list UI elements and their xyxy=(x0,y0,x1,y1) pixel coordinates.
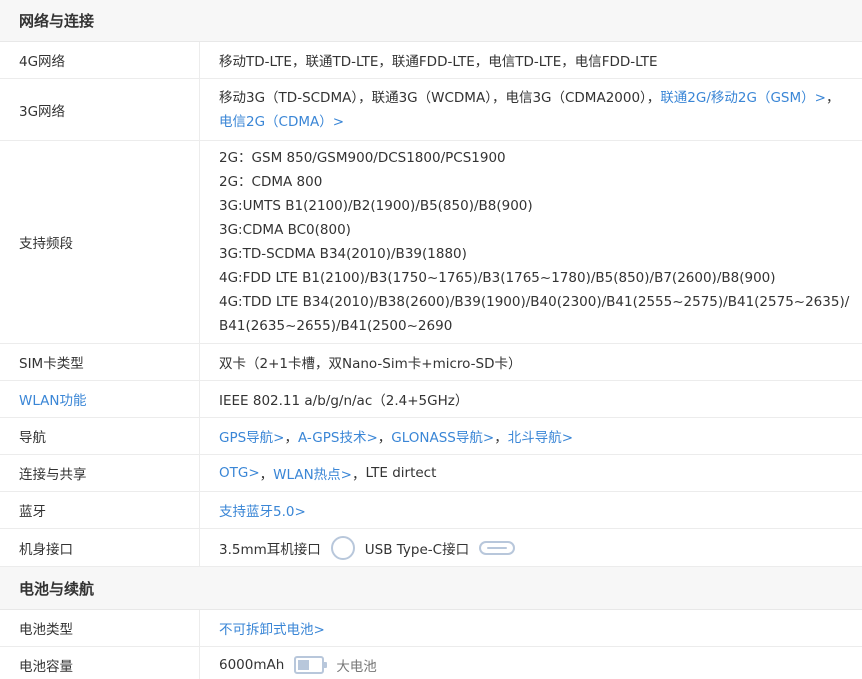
spec-label: 导航 xyxy=(0,418,200,454)
spec-value: IEEE 802.11 a/b/g/n/ac（2.4+5GHz） xyxy=(219,393,469,409)
spec-label: 连接与共享 xyxy=(0,455,200,491)
spec-row-sim: SIM卡类型 双卡（2+1卡槽，双Nano-Sim卡+micro-SD卡） xyxy=(0,344,862,381)
spec-label: 4G网络 xyxy=(0,42,200,78)
spec-label: 蓝牙 xyxy=(0,492,200,528)
link-bluetooth[interactable]: 支持蓝牙5.0> xyxy=(219,500,306,520)
battery-level-fill xyxy=(298,660,310,670)
spec-label: 电池类型 xyxy=(0,610,200,646)
link-wlan-hotspot[interactable]: WLAN热点> xyxy=(273,463,352,483)
band-line: 2G：CDMA 800 xyxy=(219,174,323,190)
spec-value: 3.5mm耳机接口 USB Type-C接口 xyxy=(200,529,862,566)
spec-row-wlan: WLAN功能 IEEE 802.11 a/b/g/n/ac（2.4+5GHz） xyxy=(0,381,862,418)
wlan-label-link[interactable]: WLAN功能 xyxy=(0,381,200,417)
band-line: 3G:UMTS B1(2100)/B2(1900)/B5(850)/B8(900… xyxy=(219,198,533,214)
band-line: 3G:TD-SCDMA B34(2010)/B39(1880) xyxy=(219,246,467,262)
link-otg[interactable]: OTG> xyxy=(219,465,260,481)
separator: ， xyxy=(351,467,366,483)
spec-row-4g: 4G网络 移动TD-LTE，联通TD-LTE，联通FDD-LTE，电信TD-LT… xyxy=(0,42,862,79)
spec-value: 6000mAh 大电池 xyxy=(200,647,862,679)
separator: ， xyxy=(377,430,392,446)
spec-row-bands: 支持频段 2G：GSM 850/GSM900/DCS1800/PCS1900 2… xyxy=(0,141,862,344)
spec-row-connectivity: 连接与共享 OTG>， WLAN热点>， LTE dirtect xyxy=(0,455,862,492)
band-line: 4G:TDD LTE B34(2010)/B38(2600)/B39(1900)… xyxy=(219,294,850,334)
separator: ， xyxy=(494,430,508,446)
link-gps[interactable]: GPS导航> xyxy=(219,426,284,446)
link-battery-type[interactable]: 不可拆卸式电池> xyxy=(219,618,325,638)
spec-row-battery-type: 电池类型 不可拆卸式电池> xyxy=(0,610,862,647)
spec-label: 机身接口 xyxy=(0,529,200,566)
link-2g-cdma[interactable]: 电信2G（CDMA）> xyxy=(219,114,344,130)
spec-value: 不可拆卸式电池> xyxy=(200,610,862,646)
section-title: 网络与连接 xyxy=(19,12,95,30)
link-2g-gsm[interactable]: 联通2G/移动2G（GSM）> xyxy=(660,90,826,106)
battery-capacity-value: 6000mAh xyxy=(219,657,285,673)
spec-row-battery-capacity: 电池容量 6000mAh 大电池 xyxy=(0,647,862,679)
link-beidou[interactable]: 北斗导航> xyxy=(508,426,573,446)
port-usb-text: USB Type-C接口 xyxy=(364,541,470,558)
spec-row-ports: 机身接口 3.5mm耳机接口 USB Type-C接口 xyxy=(0,529,862,567)
spec-value: OTG>， WLAN热点>， LTE dirtect xyxy=(200,455,862,491)
spec-text: LTE dirtect xyxy=(365,465,437,481)
spec-value: 移动TD-LTE，联通TD-LTE，联通FDD-LTE，电信TD-LTE，电信F… xyxy=(219,54,658,70)
usb-type-c-icon xyxy=(479,540,516,555)
section-header-network: 网络与连接 xyxy=(0,0,862,42)
spec-row-bluetooth: 蓝牙 支持蓝牙5.0> xyxy=(0,492,862,529)
section-title: 电池与续航 xyxy=(19,579,95,598)
spec-label: SIM卡类型 xyxy=(0,344,200,380)
band-line: 4G:FDD LTE B1(2100)/B3(1750~1765)/B3(176… xyxy=(219,270,776,286)
spec-label: 电池容量 xyxy=(0,647,200,679)
port-headphone-text: 3.5mm耳机接口 xyxy=(219,541,321,558)
separator: ， xyxy=(284,430,298,446)
link-agps[interactable]: A-GPS技术> xyxy=(298,426,378,446)
battery-tag: 大电池 xyxy=(336,659,377,675)
separator: ， xyxy=(825,89,840,106)
headphone-jack-icon xyxy=(330,535,355,560)
spec-value: GPS导航>， A-GPS技术>， GLONASS导航>，北斗导航> xyxy=(200,418,862,454)
link-glonass[interactable]: GLONASS导航> xyxy=(391,426,494,446)
separator: ， xyxy=(259,467,274,483)
battery-icon xyxy=(294,656,328,674)
band-line: 3G:CDMA BC0(800) xyxy=(219,222,351,238)
spec-row-navigation: 导航 GPS导航>， A-GPS技术>， GLONASS导航>，北斗导航> xyxy=(0,418,862,455)
spec-value: 2G：GSM 850/GSM900/DCS1800/PCS1900 2G：CDM… xyxy=(200,141,862,343)
spec-value: 移动3G（TD-SCDMA），联通3G（WCDMA），电信3G（CDMA2000… xyxy=(200,79,862,140)
spec-row-3g: 3G网络 移动3G（TD-SCDMA），联通3G（WCDMA），电信3G（CDM… xyxy=(0,79,862,141)
spec-value: 双卡（2+1卡槽，双Nano-Sim卡+micro-SD卡） xyxy=(219,356,522,372)
spec-value: 支持蓝牙5.0> xyxy=(200,492,862,528)
spec-label: 3G网络 xyxy=(0,79,200,140)
spec-label: 支持频段 xyxy=(0,141,200,343)
band-line: 2G：GSM 850/GSM900/DCS1800/PCS1900 xyxy=(219,150,506,166)
spec-text: 移动3G（TD-SCDMA），联通3G（WCDMA），电信3G（CDMA2000… xyxy=(219,89,661,106)
section-header-battery: 电池与续航 xyxy=(0,567,862,610)
